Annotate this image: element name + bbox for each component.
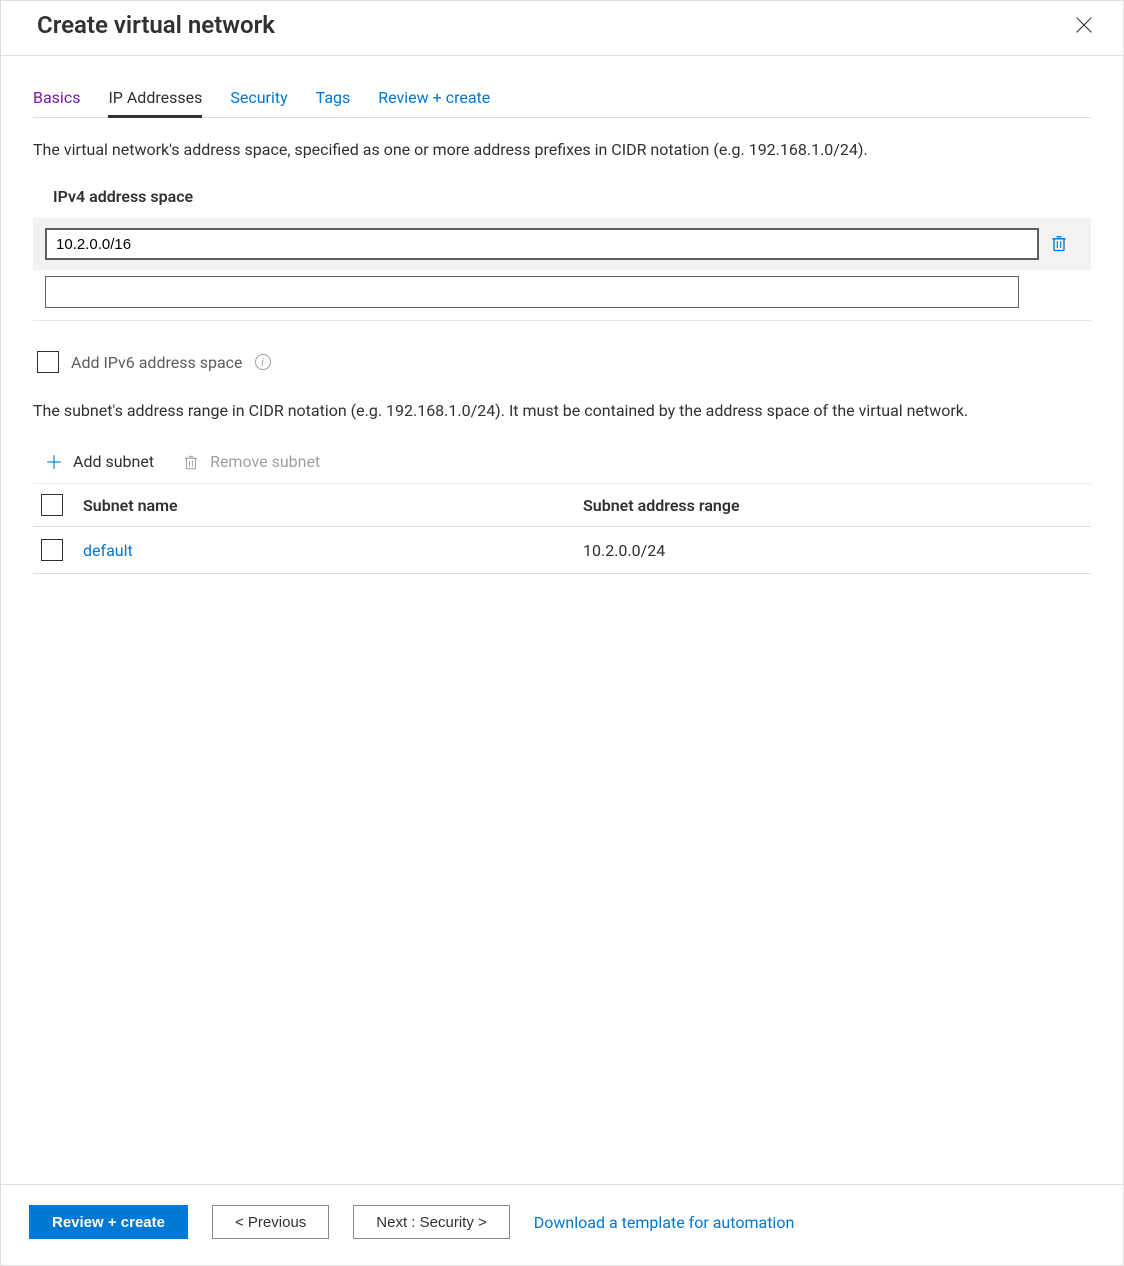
col-subnet-name: Subnet name (83, 496, 583, 515)
divider (33, 320, 1091, 321)
info-icon[interactable]: i (255, 354, 271, 370)
table-row: default 10.2.0.0/24 (33, 527, 1091, 574)
subnet-range-value: 10.2.0.0/24 (583, 541, 1083, 560)
blade-header: Create virtual network (1, 1, 1123, 56)
add-ipv6-checkbox[interactable] (37, 351, 59, 373)
col-subnet-range: Subnet address range (583, 496, 1083, 515)
remove-subnet-button: Remove subnet (182, 452, 320, 471)
select-subnet-checkbox[interactable] (41, 539, 63, 561)
review-create-button[interactable]: Review + create (29, 1205, 188, 1239)
close-button[interactable] (1073, 14, 1095, 36)
subnet-table-header: Subnet name Subnet address range (33, 483, 1091, 527)
previous-button[interactable]: < Previous (212, 1205, 329, 1239)
create-vnet-blade: Create virtual network Basics IP Address… (0, 0, 1124, 1266)
trash-icon (182, 453, 200, 471)
select-all-subnets-checkbox[interactable] (41, 494, 63, 516)
subnet-description: The subnet's address range in CIDR notat… (33, 399, 1091, 422)
ipv4-address-space-input-empty[interactable] (45, 276, 1019, 308)
add-ipv6-label: Add IPv6 address space (71, 353, 243, 372)
add-subnet-label: Add subnet (73, 452, 154, 471)
download-template-link[interactable]: Download a template for automation (534, 1213, 795, 1232)
plus-icon (45, 453, 63, 471)
add-subnet-button[interactable]: Add subnet (45, 452, 154, 471)
tab-review-create[interactable]: Review + create (378, 82, 490, 117)
address-space-row (33, 218, 1091, 270)
tab-security[interactable]: Security (230, 82, 287, 117)
blade-body: Basics IP Addresses Security Tags Review… (1, 56, 1123, 1184)
subnet-table: Subnet name Subnet address range default… (33, 483, 1091, 574)
trash-icon (1049, 233, 1069, 253)
subnet-name-link[interactable]: default (83, 541, 133, 560)
remove-subnet-label: Remove subnet (210, 452, 320, 471)
ipv4-address-space-input[interactable] (45, 228, 1039, 260)
tab-basics[interactable]: Basics (33, 82, 80, 117)
tab-tags[interactable]: Tags (316, 82, 351, 117)
address-space-empty-row (33, 270, 1091, 314)
subnet-toolbar: Add subnet Remove subnet (45, 452, 1091, 471)
wizard-tabs: Basics IP Addresses Security Tags Review… (33, 82, 1091, 118)
tab-ip-addresses[interactable]: IP Addresses (108, 82, 202, 117)
address-space-description: The virtual network's address space, spe… (33, 138, 1091, 161)
delete-address-space-button[interactable] (1049, 233, 1071, 255)
wizard-footer: Review + create < Previous Next : Securi… (1, 1184, 1123, 1265)
ipv4-address-space-label: IPv4 address space (53, 187, 1091, 206)
close-icon (1073, 14, 1095, 36)
next-button[interactable]: Next : Security > (353, 1205, 509, 1239)
add-ipv6-row: Add IPv6 address space i (37, 351, 1091, 373)
page-title: Create virtual network (37, 11, 275, 39)
